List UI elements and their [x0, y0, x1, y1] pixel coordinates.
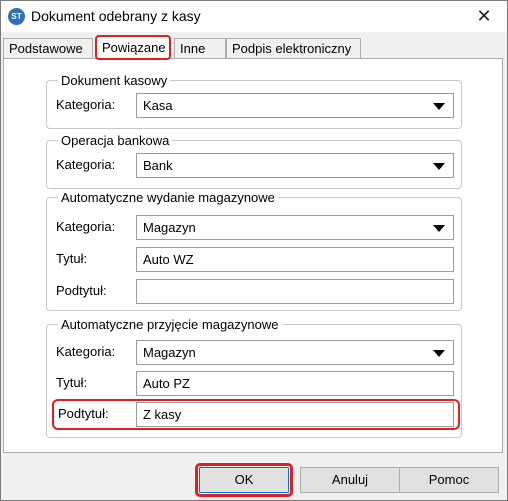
dropdown-arrow-icon[interactable]	[433, 225, 445, 232]
select-value: Magazyn	[143, 345, 196, 360]
kategoria-label: Kategoria:	[56, 157, 116, 172]
podtytul-label: Podtytuł:	[58, 406, 109, 421]
tytul-label: Tytuł:	[56, 375, 88, 390]
tab-podpis-elektroniczny[interactable]: Podpis elektroniczny	[226, 38, 361, 58]
title-bar[interactable]: ST Dokument odebrany z kasy ✕	[1, 1, 507, 32]
przyjecie-tytul-input[interactable]: Auto PZ	[136, 371, 454, 396]
close-icon[interactable]: ✕	[461, 1, 507, 32]
tab-inne[interactable]: Inne	[174, 38, 226, 58]
podtytul-label: Podtytuł:	[56, 283, 107, 298]
ok-button[interactable]: OK	[195, 463, 293, 497]
group-title: Automatyczne przyjęcie magazynowe	[61, 317, 279, 332]
operacja-bankowa-kategoria-select[interactable]: Bank	[136, 153, 454, 178]
kategoria-label: Kategoria:	[56, 219, 116, 234]
window-title: Dokument odebrany z kasy	[31, 8, 201, 24]
dropdown-arrow-icon[interactable]	[433, 103, 445, 110]
dialog-window: ST Dokument odebrany z kasy ✕ Podstawowe…	[0, 0, 508, 501]
select-value: Bank	[143, 158, 173, 173]
kategoria-label: Kategoria:	[56, 97, 116, 112]
tab-powiazane[interactable]: Powiązane	[95, 35, 171, 60]
wydanie-tytul-input[interactable]: Auto WZ	[136, 247, 454, 272]
przyjecie-podtytul-input[interactable]: Z kasy	[136, 402, 454, 427]
przyjecie-kategoria-select[interactable]: Magazyn	[136, 340, 454, 365]
dropdown-arrow-icon[interactable]	[433, 163, 445, 170]
tab-podstawowe[interactable]: Podstawowe	[3, 38, 93, 58]
group-title: Dokument kasowy	[61, 73, 168, 88]
tab-page-powiazane: Dokument kasowy Kategoria: Kasa Operacja…	[3, 58, 503, 453]
app-icon: ST	[8, 8, 25, 25]
wydanie-podtytul-input[interactable]	[136, 279, 454, 304]
dropdown-arrow-icon[interactable]	[433, 350, 445, 357]
wydanie-kategoria-select[interactable]: Magazyn	[136, 215, 454, 240]
dokument-kasowy-kategoria-select[interactable]: Kasa	[136, 93, 454, 118]
group-title: Operacja bankowa	[61, 133, 170, 148]
help-button[interactable]: Pomoc	[399, 467, 499, 493]
group-title: Automatyczne wydanie magazynowe	[61, 190, 275, 205]
cancel-button[interactable]: Anuluj	[300, 467, 400, 493]
tytul-label: Tytuł:	[56, 251, 88, 266]
select-value: Kasa	[143, 98, 173, 113]
kategoria-label: Kategoria:	[56, 344, 116, 359]
select-value: Magazyn	[143, 220, 196, 235]
